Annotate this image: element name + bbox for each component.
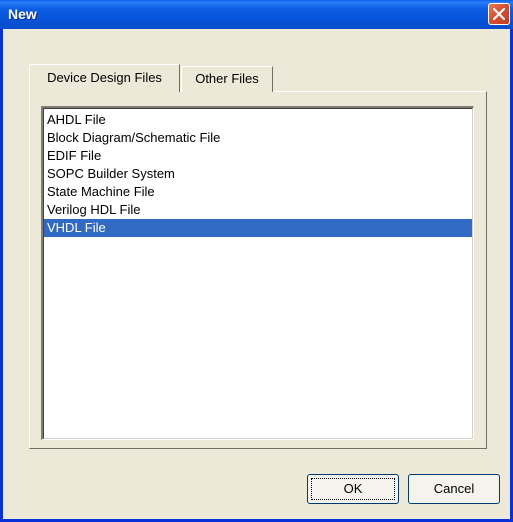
file-type-list-content: AHDL File Block Diagram/Schematic File EDI… <box>43 108 473 439</box>
tab-other-files[interactable]: Other Files <box>181 66 273 92</box>
ok-button[interactable]: OK <box>307 474 399 504</box>
file-type-list[interactable]: AHDL File Block Diagram/Schematic File EDI… <box>41 106 474 440</box>
cancel-button[interactable]: Cancel <box>408 474 500 504</box>
list-item[interactable]: VHDL File <box>44 219 472 237</box>
list-item[interactable]: AHDL File <box>44 111 472 129</box>
list-item[interactable]: State Machine File <box>44 183 472 201</box>
close-icon <box>493 8 505 20</box>
list-item[interactable]: EDIF File <box>44 147 472 165</box>
cancel-button-label: Cancel <box>433 481 475 496</box>
title-bar[interactable]: New <box>0 0 513 29</box>
list-item[interactable]: Verilog HDL File <box>44 201 472 219</box>
list-item[interactable]: SOPC Builder System <box>44 165 472 183</box>
close-button[interactable] <box>488 3 510 25</box>
window-title: New <box>8 6 37 22</box>
tab-device-design-files[interactable]: Device Design Files <box>29 64 180 92</box>
ok-button-label: OK <box>343 481 363 496</box>
list-item[interactable]: Block Diagram/Schematic File <box>44 129 472 147</box>
